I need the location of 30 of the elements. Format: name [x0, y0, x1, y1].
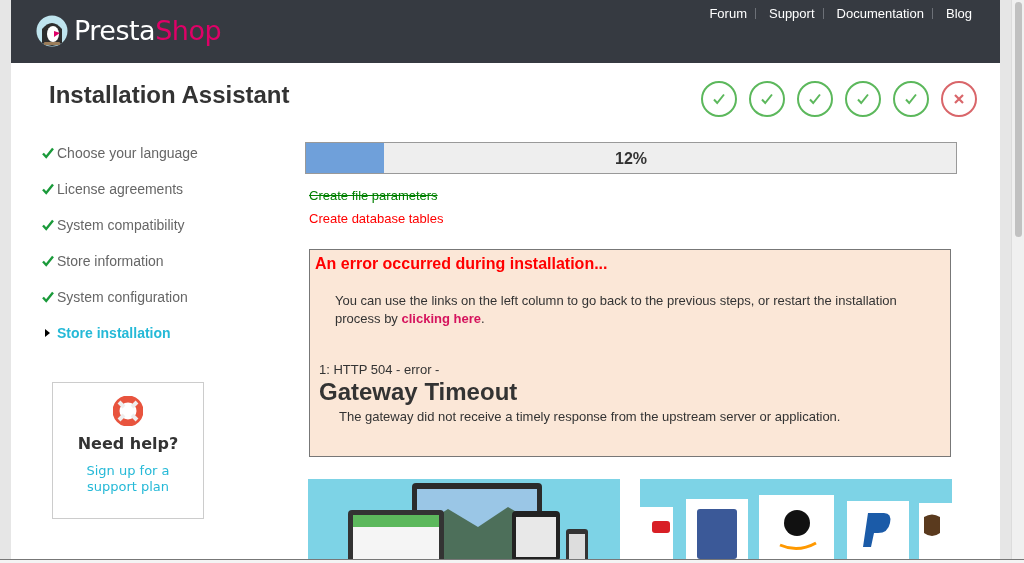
help-title: Need help? [77, 434, 179, 453]
check-icon [40, 218, 55, 232]
caret-icon [45, 329, 50, 337]
step-link[interactable]: Choose your language [57, 145, 198, 161]
error-code: 1: HTTP 504 - error - [319, 362, 441, 377]
error-message: You can use the links on the left column to go back to the previous steps, or restart the installation process by clicking here. [335, 292, 898, 328]
restart-link[interactable]: clicking here [401, 311, 481, 326]
progress-reading: 12% [614, 150, 648, 168]
nav-link[interactable]: Forum [696, 8, 755, 19]
step-link[interactable]: System configuration [57, 289, 188, 305]
check-icon [40, 182, 55, 196]
nav-link[interactable]: Support [755, 8, 823, 19]
task-label: Create file parameters [309, 188, 439, 203]
check-icon [40, 254, 55, 268]
nav-link[interactable]: Blog [932, 8, 980, 19]
error-detail: The gateway did not receive a timely response from the upstream server or application. [339, 409, 842, 424]
page-title: Installation Assistant [49, 81, 290, 109]
scrollbar[interactable] [1011, 0, 1024, 559]
error-heading: Gateway Timeout [319, 378, 519, 406]
task-label: Create database tables [309, 211, 445, 226]
check-icon [40, 290, 55, 304]
check-icon [40, 146, 55, 160]
step-link[interactable]: System compatibility [57, 217, 185, 233]
step-link[interactable]: Store information [57, 253, 164, 269]
error-title: An error occurred during installation... [315, 255, 609, 273]
step-link[interactable]: License agreements [57, 181, 184, 197]
puffin-logo-icon [36, 14, 68, 47]
logo-text[interactable]: PrestaShop [74, 15, 222, 46]
lifebuoy-icon [113, 396, 143, 426]
nav-link[interactable]: Documentation [822, 8, 932, 19]
